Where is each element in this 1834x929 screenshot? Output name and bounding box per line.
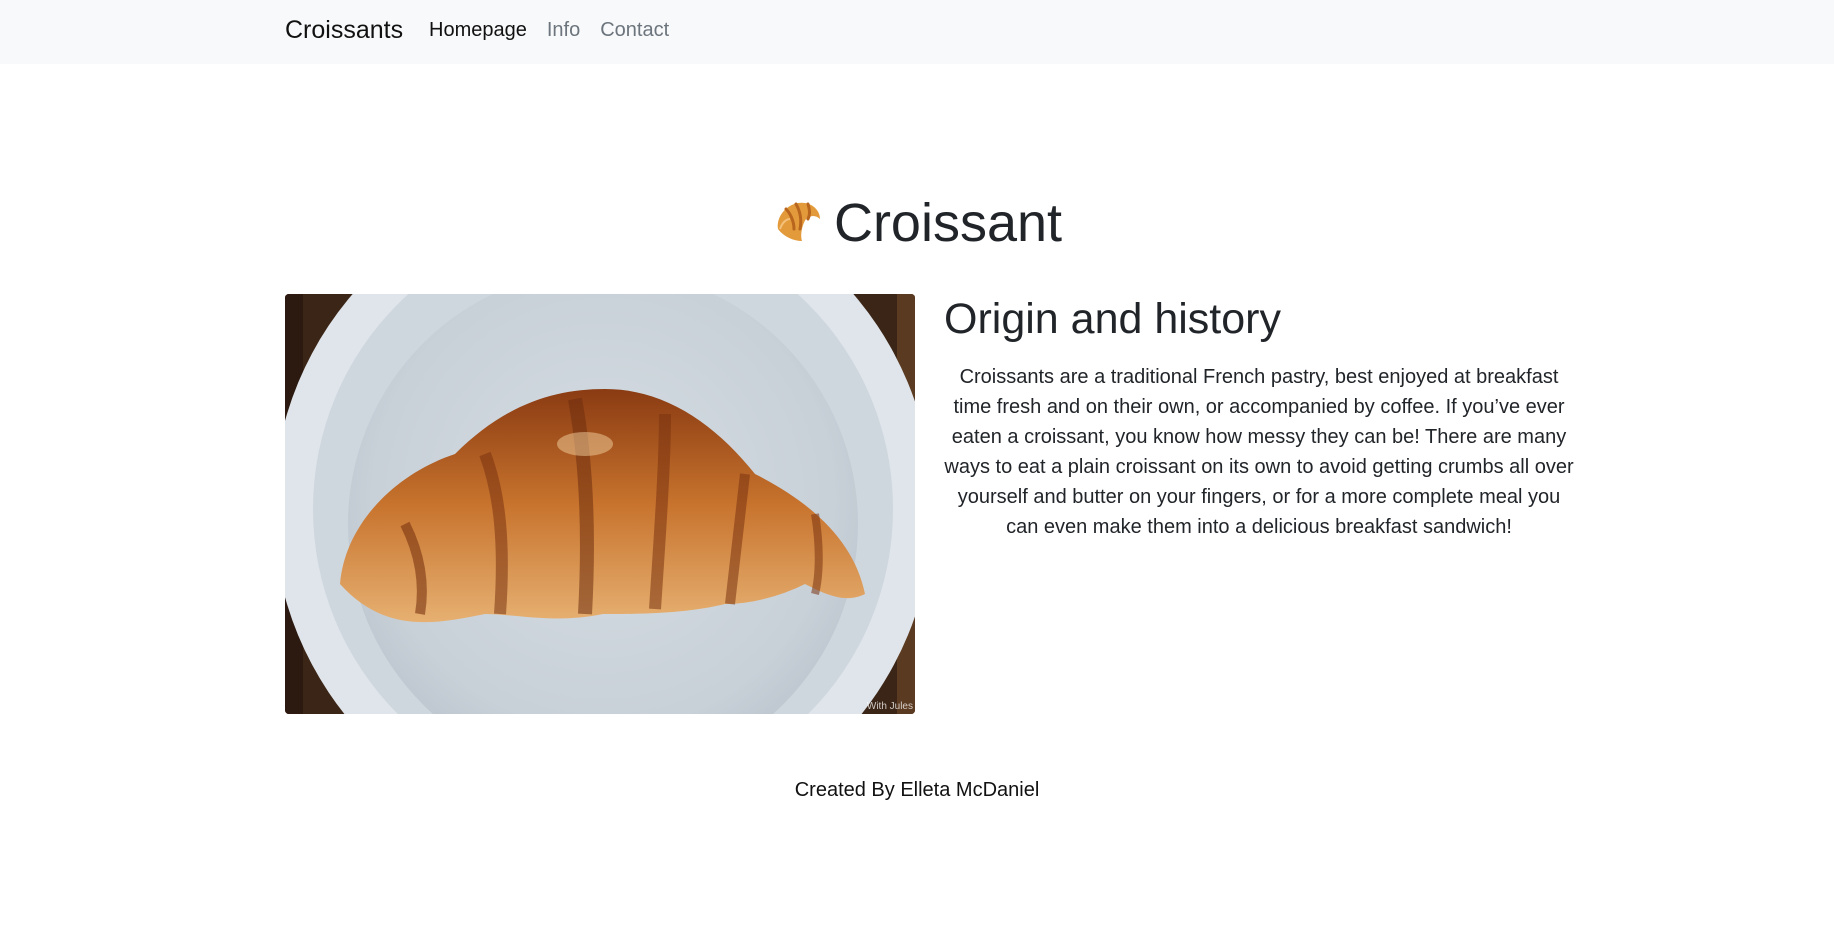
- footer-credit: Created By Elleta McDaniel: [794, 779, 1040, 801]
- navbar: Croissants Homepage Info Contact: [0, 0, 1834, 64]
- nav-link-contact[interactable]: Contact: [600, 16, 669, 44]
- nav-links: Homepage Info Contact: [429, 16, 689, 44]
- nav-link-homepage[interactable]: Homepage: [429, 16, 527, 44]
- nav-link-info[interactable]: Info: [547, 16, 580, 44]
- page-title-text: Croissant: [833, 193, 1063, 253]
- section-text: Croissants are a traditional French past…: [944, 366, 1574, 538]
- section-title: Origin and history: [944, 295, 1281, 343]
- page-title: Croissant: [0, 190, 1834, 256]
- photo-watermark: With Jules: [866, 701, 913, 712]
- croissant-photo: With Jules: [285, 294, 915, 714]
- croissant-emoji-icon: [772, 195, 824, 247]
- brand-link[interactable]: Croissants: [285, 14, 403, 46]
